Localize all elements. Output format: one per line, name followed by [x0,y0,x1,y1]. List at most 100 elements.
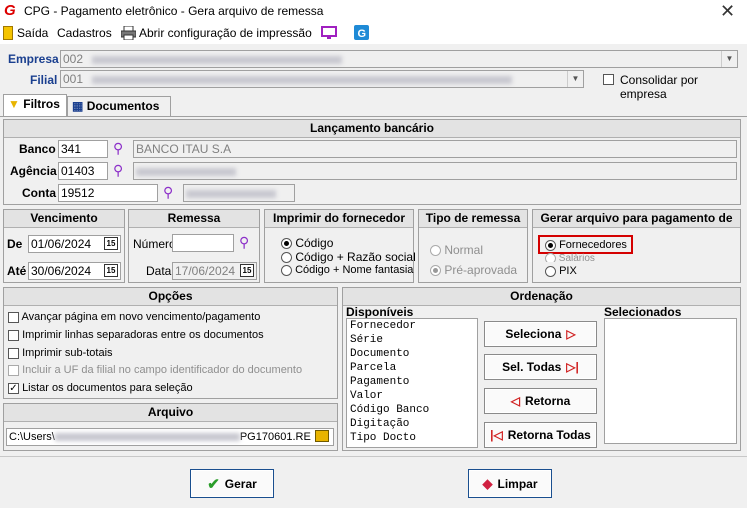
window-title: CPG - Pagamento eletrônico - Gera arquiv… [24,4,324,18]
radio[interactable] [281,264,292,276]
close-icon[interactable]: ✕ [720,1,735,22]
menu-saida[interactable]: Saída [17,26,48,40]
calendar-icon[interactable]: 15 [104,237,118,250]
filial-select[interactable]: 001 [60,70,584,88]
monitor-icon[interactable] [321,26,337,40]
radio[interactable] [430,245,441,257]
checkbox[interactable] [8,311,19,323]
search-icon[interactable]: ⚲ [113,140,123,157]
opcao-linhas[interactable]: Imprimir linhas separadoras entre os doc… [8,329,264,341]
agencia-label: Agência [10,164,57,178]
chevron-down-icon[interactable]: ▼ [567,71,583,87]
list-item[interactable]: Série [350,333,477,347]
svg-text:G: G [358,28,367,40]
empresa-select[interactable]: 002 [60,50,738,68]
calendar-icon[interactable]: 15 [240,264,254,277]
numero-input[interactable] [172,234,234,252]
arrow-left-all-icon: |◁ [490,428,503,442]
sel-todas-button[interactable]: Sel. Todas ▷| [484,354,597,380]
tipo-remessa-title: Tipo de remessa [419,210,527,228]
opcoes-title: Opções [4,288,337,306]
radio[interactable] [545,253,556,262]
radio-selected[interactable] [430,265,441,277]
filter-icon: ▼ [8,97,20,111]
retorna-todas-button[interactable]: |◁ Retorna Todas [484,422,597,448]
chevron-down-icon[interactable]: ▼ [721,51,737,67]
menu-bar [0,24,747,44]
ate-label: Até [7,264,27,278]
list-item[interactable]: Documento [350,347,477,361]
disponiveis-list[interactable]: Fornecedor Série Documento Parcela Pagam… [346,318,478,448]
conta-name-field [183,184,295,202]
list-item[interactable]: Pagamento [350,375,477,389]
folder-icon[interactable] [315,430,329,442]
list-item[interactable]: Código Banco [350,403,477,417]
disponiveis-label: Disponíveis [346,305,414,319]
list-item[interactable]: Valor [350,389,477,403]
tab-documentos[interactable]: ▦ Documentos [67,96,171,116]
list-item[interactable]: Parcela [350,361,477,375]
agencia-name-field [133,162,737,180]
printer-icon [121,26,136,40]
checkbox[interactable] [8,329,19,341]
tipo-option-normal[interactable]: Normal [430,243,483,257]
data-label: Data [146,264,172,278]
gerar-option-salarios[interactable]: Salários [545,253,595,262]
agencia-name-redacted [136,167,236,176]
arquivo-path-input[interactable]: C:\Users\ PG170601.RE [6,428,334,446]
conta-code-input[interactable]: 19512 [58,184,158,202]
app-logo-icon: G [4,2,16,19]
numero-label: Número [133,237,176,251]
retorna-button[interactable]: ◁ Retorna [484,388,597,414]
remessa-title: Remessa [129,210,259,228]
menu-cadastros[interactable]: Cadastros [57,26,112,40]
selecionados-label: Selecionados [604,305,682,319]
consolidar-checkbox[interactable] [603,74,614,85]
checkbox[interactable] [8,364,19,376]
arquivo-title: Arquivo [4,404,337,422]
radio-selected[interactable] [281,238,292,250]
radio[interactable] [281,252,292,264]
calendar-icon[interactable]: 15 [104,264,118,277]
banco-label: Banco [19,142,56,156]
tab-divider [0,116,747,117]
eraser-icon: ◆ [482,475,493,491]
list-item[interactable]: Tipo Docto [350,431,477,445]
gerar-button[interactable]: ✔ Gerar [190,469,274,498]
limpar-button[interactable]: ◆ Limpar [468,469,552,498]
checkbox[interactable] [8,347,19,359]
opcao-uf[interactable]: Incluir a UF da filial no campo identifi… [8,364,302,376]
search-icon[interactable]: ⚲ [239,234,249,251]
banco-name-field: BANCO ITAU S.A [133,140,737,158]
seleciona-button[interactable]: Seleciona ▷ [484,321,597,347]
imprimir-option-fantasia[interactable]: Código + Nome fantasia [281,264,413,276]
tipo-option-preaprovada[interactable]: Pré-aprovada [430,263,517,277]
radio[interactable] [545,265,556,277]
gerar-option-fornecedores[interactable]: Fornecedores [545,239,627,251]
arrow-left-icon: ◁ [510,394,520,408]
checkbox-checked[interactable]: ✓ [8,382,19,394]
g-app-icon[interactable]: G [354,25,369,40]
menu-print-config[interactable]: Abrir configuração de impressão [139,26,312,40]
opcao-listar[interactable]: ✓ Listar os documentos para seleção [8,382,193,394]
opcao-avancar[interactable]: Avançar página em novo vencimento/pagame… [8,311,260,323]
imprimir-option-codigo[interactable]: Código [281,236,333,250]
empresa-code: 002 [63,52,84,66]
gerar-option-pix[interactable]: PIX [545,265,577,277]
banco-code-input[interactable]: 341 [58,140,108,158]
search-icon[interactable]: ⚲ [163,184,173,201]
agencia-code-input[interactable]: 01403 [58,162,108,180]
list-item[interactable]: Digitação [350,417,477,431]
conta-name-redacted [186,189,276,198]
opcao-subtotais[interactable]: Imprimir sub-totais [8,347,113,359]
search-icon[interactable]: ⚲ [113,162,123,179]
selecionados-list[interactable] [604,318,737,444]
imprimir-option-razao[interactable]: Código + Razão social [281,250,416,264]
filial-name-redacted [92,75,513,84]
empresa-label: Empresa [8,52,59,66]
list-item[interactable]: Fornecedor [350,319,477,333]
arrow-right-all-icon: ▷| [566,360,579,374]
radio-selected[interactable] [545,239,556,251]
tab-filtros[interactable]: ▼ Filtros [3,94,67,116]
de-label: De [7,237,23,251]
